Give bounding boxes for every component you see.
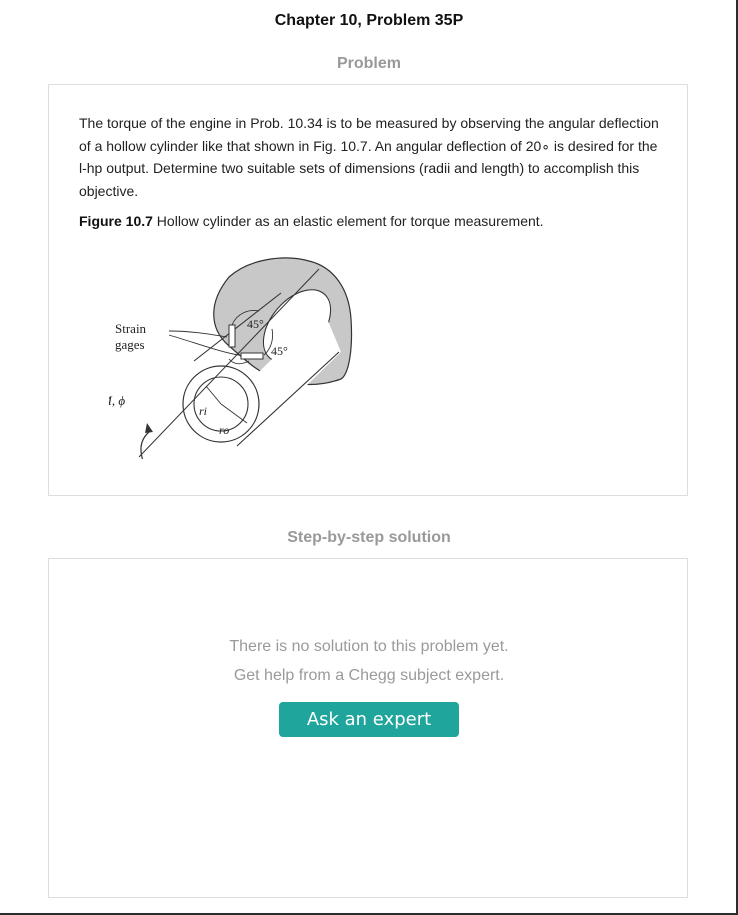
strain-gage-horizontal	[240, 352, 264, 360]
strain-gages-label-line2: gages	[115, 337, 145, 352]
moment-arrow	[140, 431, 150, 459]
problem-statement: The torque of the engine in Prob. 10.34 …	[79, 115, 659, 199]
problem-heading: Problem	[336, 55, 401, 72]
hollow-cylinder-figure: Strain gages 45° 45° M, ϕ ri ro	[109, 257, 353, 459]
no-solution-message: There is no solution to this problem yet…	[229, 638, 509, 655]
moment-label: M, ϕ	[109, 393, 125, 408]
figure-caption-text: Hollow cylinder as an elastic element fo…	[152, 213, 544, 229]
solution-card: There is no solution to this problem yet…	[48, 558, 688, 898]
outer-radius-label: ro	[219, 423, 229, 437]
angle-label-right: 45°	[271, 344, 288, 358]
page-title: Chapter 10, Problem 35P	[274, 12, 464, 29]
strain-gage-vertical	[228, 324, 236, 348]
figure-label: Figure 10.7	[79, 213, 153, 229]
expert-help-message: Get help from a Chegg subject expert.	[233, 667, 505, 684]
figure-caption: Figure 10.7 Hollow cylinder as an elasti…	[79, 211, 659, 231]
angle-label-top: 45°	[247, 317, 264, 331]
inner-radius-label: ri	[199, 404, 207, 418]
ask-an-expert-button[interactable]: Ask an expert	[279, 702, 459, 737]
strain-gages-label-line1: Strain	[115, 321, 147, 336]
solution-heading: Step-by-step solution	[287, 529, 451, 546]
problem-card: The torque of the engine in Prob. 10.34 …	[48, 84, 688, 496]
